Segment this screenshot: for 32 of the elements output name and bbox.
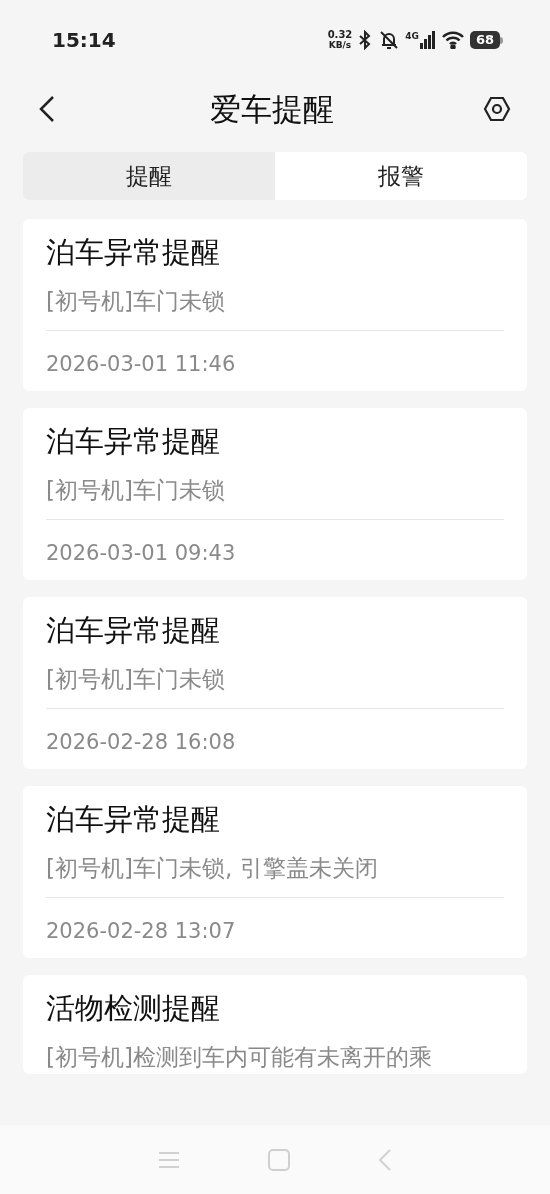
alert-time: 2026-03-01 09:43 bbox=[46, 540, 237, 567]
page-title: 爱车提醒 bbox=[210, 89, 334, 129]
home-icon[interactable] bbox=[268, 1148, 290, 1171]
signal-icon bbox=[420, 31, 436, 49]
alert-card[interactable]: 泊车异常提醒 [初号机]车门未锁, 引擎盖未关闭 2026-02-28 13:07 bbox=[23, 786, 527, 958]
status-time: 15:14 bbox=[52, 27, 116, 54]
alert-title: 活物检测提醒 bbox=[46, 990, 221, 1027]
network-type: 4G bbox=[405, 31, 419, 41]
settings-button[interactable] bbox=[482, 94, 512, 124]
alert-time: 2026-03-01 11:46 bbox=[46, 351, 237, 378]
alert-message: [初号机]车门未锁, 引擎盖未关闭 bbox=[46, 854, 379, 883]
alert-title: 泊车异常提醒 bbox=[46, 612, 221, 649]
wifi-icon bbox=[441, 31, 465, 49]
alert-message: [初号机]车门未锁 bbox=[46, 665, 226, 694]
alert-card[interactable]: 活物检测提醒 [初号机]检测到车内可能有未离开的乘 bbox=[23, 975, 527, 1074]
alert-message: [初号机]检测到车内可能有未离开的乘 bbox=[46, 1043, 433, 1072]
alert-message: [初号机]车门未锁 bbox=[46, 476, 226, 505]
alert-title: 泊车异常提醒 bbox=[46, 234, 221, 271]
tab[interactable]: 提醒 bbox=[23, 152, 275, 200]
speed-value: 0.32 bbox=[327, 30, 353, 40]
alert-card[interactable]: 泊车异常提醒 [初号机]车门未锁 2026-02-28 16:08 bbox=[23, 597, 527, 769]
speed-unit: KB/s bbox=[328, 40, 352, 50]
alert-card[interactable]: 泊车异常提醒 [初号机]车门未锁 2026-03-01 09:43 bbox=[23, 408, 527, 580]
alert-card[interactable]: 泊车异常提醒 [初号机]车门未锁 2026-03-01 11:46 bbox=[23, 219, 527, 391]
alert-title: 泊车异常提醒 bbox=[46, 423, 221, 460]
back-icon[interactable] bbox=[378, 1147, 392, 1172]
alert-time: 2026-02-28 16:08 bbox=[46, 729, 237, 756]
menu-icon[interactable] bbox=[158, 1150, 180, 1169]
alert-title: 泊车异常提醒 bbox=[46, 801, 221, 838]
battery-indicator: 68 bbox=[470, 31, 503, 49]
alert-time: 2026-02-28 13:07 bbox=[46, 918, 237, 945]
alert-message: [初号机]车门未锁 bbox=[46, 287, 226, 316]
